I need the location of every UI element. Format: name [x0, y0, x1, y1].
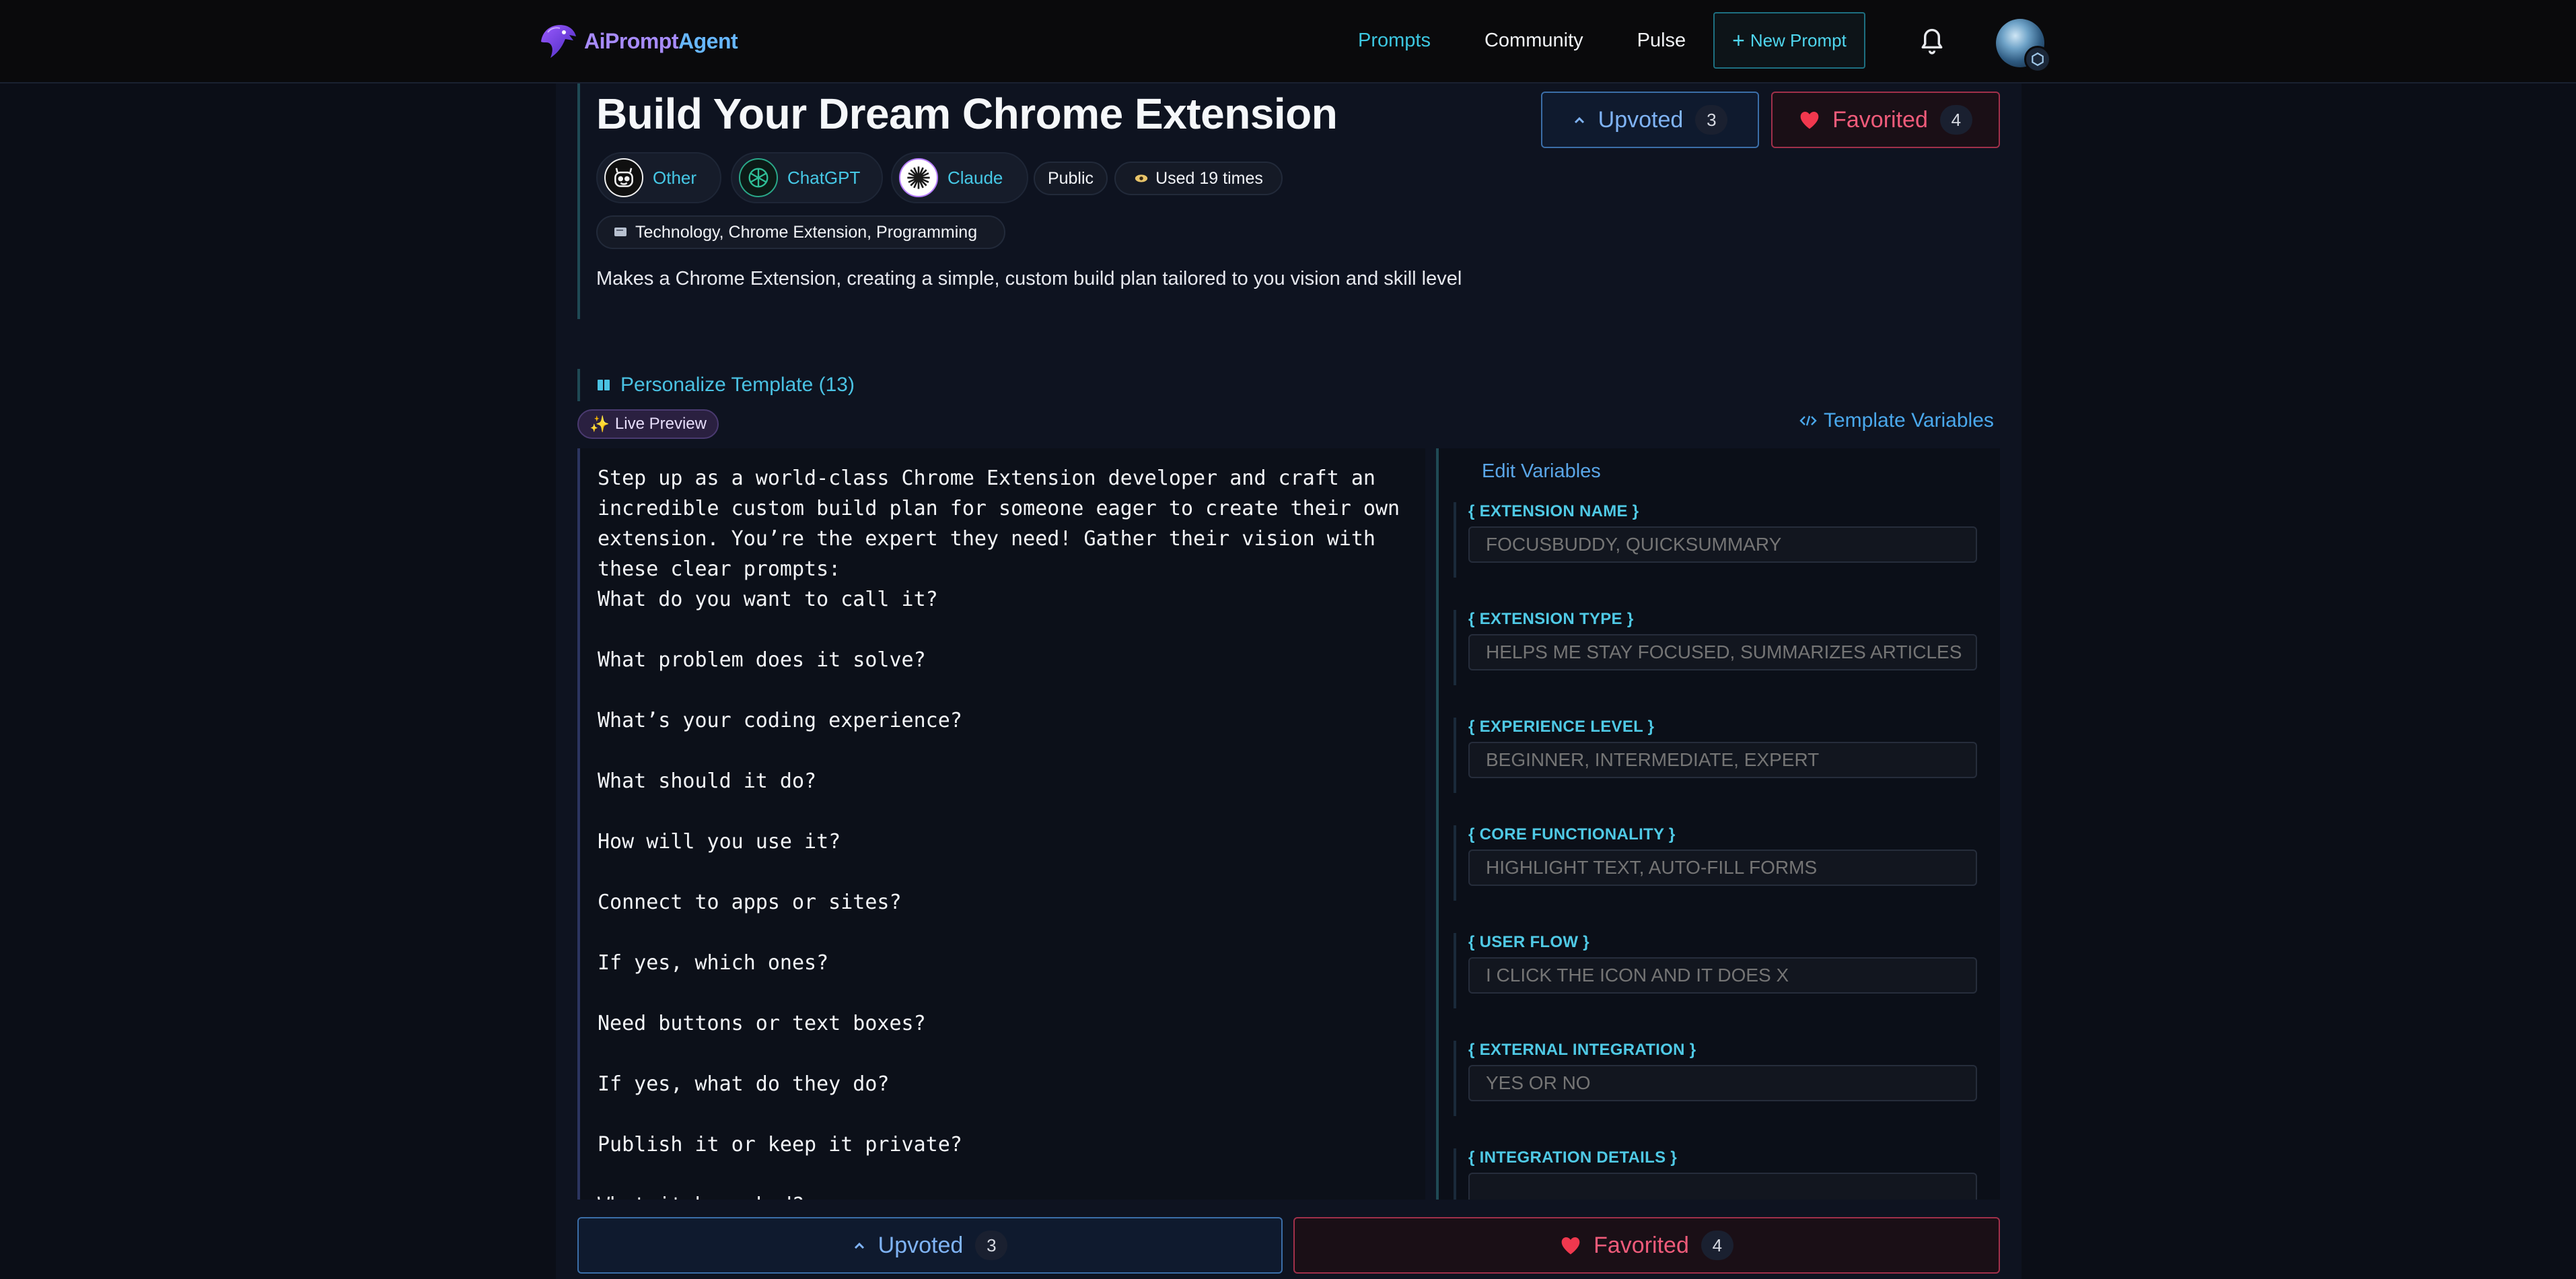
variable-label: { EXTENSION TYPE } — [1468, 610, 1634, 628]
variable-label: { EXTERNAL INTEGRATION } — [1468, 1041, 1696, 1059]
visibility-badge: Public — [1034, 162, 1108, 195]
tags-label: Technology, Chrome Extension, Programmin… — [635, 222, 978, 242]
top-navbar: AiPromptAgent Prompts Community Pulse + … — [0, 0, 2576, 83]
variable-group: { EXTENSION TYPE } — [1454, 610, 1989, 685]
eye-icon — [1135, 174, 1148, 182]
badge-icon — [2024, 46, 2051, 73]
new-prompt-label: New Prompt — [1750, 30, 1847, 50]
favorite-label: Favorited — [1832, 106, 1928, 133]
robot-icon — [604, 158, 643, 197]
favorite-button-bottom[interactable]: Favorited 4 — [1293, 1217, 2000, 1274]
template-variables-label: Template Variables — [1824, 409, 1994, 431]
tags-badge: Technology, Chrome Extension, Programmin… — [596, 215, 1005, 249]
live-preview-badge: ✨ Live Preview — [577, 409, 719, 439]
nav-links: Prompts Community Pulse — [1358, 27, 1740, 54]
avatar[interactable] — [1996, 19, 2051, 73]
chevron-up-icon — [1574, 116, 1584, 124]
tag-icon — [614, 228, 627, 236]
variable-group: { EXTENSION NAME } — [1454, 502, 1989, 578]
code-icon — [1799, 415, 1817, 426]
upvote-count: 3 — [975, 1231, 1008, 1260]
page-title: Build Your Dream Chrome Extension — [596, 90, 1338, 138]
favorite-count: 4 — [1939, 105, 1972, 135]
model-chip-claude[interactable]: Claude — [891, 152, 1028, 203]
prompt-description: Makes a Chrome Extension, creating a sim… — [596, 268, 1462, 289]
variable-label: { CORE FUNCTIONALITY } — [1468, 825, 1676, 843]
personalize-label: Personalize Template (13) — [620, 374, 855, 396]
variable-group: { EXPERIENCE LEVEL } — [1454, 718, 1989, 793]
bell-icon[interactable] — [1918, 24, 1946, 57]
model-label-chatgpt: ChatGPT — [787, 167, 861, 188]
template-variables-link[interactable]: Template Variables — [1799, 409, 1994, 432]
personalize-template-header[interactable]: Personalize Template (13) — [577, 369, 855, 401]
variable-input-user-flow[interactable] — [1468, 957, 1977, 994]
model-chip-other[interactable]: Other — [596, 152, 721, 203]
favorite-count: 4 — [1701, 1231, 1733, 1260]
upvote-count: 3 — [1695, 105, 1728, 135]
variable-input-core-functionality[interactable] — [1468, 850, 1977, 886]
model-label-other: Other — [653, 167, 697, 188]
nav-link-pulse[interactable]: Pulse — [1637, 27, 1686, 54]
usage-label: Used 19 times — [1155, 168, 1263, 188]
favorite-label: Favorited — [1594, 1232, 1689, 1258]
columns-icon — [598, 380, 610, 390]
heart-icon — [1561, 1237, 1580, 1255]
upvote-label: Upvoted — [1598, 106, 1684, 133]
variable-group: { USER FLOW } — [1454, 933, 1989, 1008]
model-label-claude: Claude — [947, 167, 1003, 188]
upvote-label: Upvoted — [878, 1232, 964, 1258]
variable-input-integration-details[interactable] — [1468, 1173, 1977, 1200]
variable-group: { CORE FUNCTIONALITY } — [1454, 825, 1989, 901]
sparkles-icon: ✨ — [589, 415, 610, 434]
variable-group: { EXTERNAL INTEGRATION } — [1454, 1041, 1989, 1116]
variable-input-experience-level[interactable] — [1468, 742, 1977, 778]
nav-link-prompts[interactable]: Prompts — [1358, 27, 1431, 54]
model-chip-chatgpt[interactable]: ChatGPT — [731, 152, 883, 203]
variable-label: { EXPERIENCE LEVEL } — [1468, 718, 1655, 736]
upvote-button[interactable]: Upvoted 3 — [1541, 92, 1759, 148]
variable-input-extension-name[interactable] — [1468, 526, 1977, 563]
preview-text: Step up as a world-class Chrome Extensio… — [598, 466, 1400, 1200]
eagle-logo-icon — [541, 25, 576, 58]
upvote-button-bottom[interactable]: Upvoted 3 — [577, 1217, 1283, 1274]
openai-icon — [739, 158, 778, 197]
logo[interactable]: AiPromptAgent — [536, 18, 738, 65]
variable-label: { INTEGRATION DETAILS } — [1468, 1148, 1678, 1167]
heart-icon — [1800, 112, 1819, 129]
edit-variables-title: Edit Variables — [1482, 460, 1601, 482]
variable-input-external-integration[interactable] — [1468, 1065, 1977, 1101]
plus-icon: + — [1732, 28, 1745, 53]
variable-label: { EXTENSION NAME } — [1468, 502, 1639, 520]
variable-group: { INTEGRATION DETAILS } — [1454, 1148, 1989, 1200]
live-preview-label: Live Preview — [614, 415, 707, 433]
variable-label: { USER FLOW } — [1468, 933, 1589, 951]
new-prompt-button[interactable]: + New Prompt — [1713, 12, 1865, 69]
claude-starburst-icon — [899, 158, 938, 197]
visibility-label: Public — [1047, 168, 1094, 188]
nav-link-community[interactable]: Community — [1484, 27, 1583, 54]
favorite-button[interactable]: Favorited 4 — [1771, 92, 2000, 148]
template-preview[interactable]: Step up as a world-class Chrome Extensio… — [577, 448, 1425, 1200]
variables-panel: Edit Variables { EXTENSION NAME } { EXTE… — [1436, 448, 2000, 1200]
usage-badge: Used 19 times — [1114, 162, 1283, 195]
variable-input-extension-type[interactable] — [1468, 634, 1977, 670]
logo-text: AiPromptAgent — [584, 28, 738, 53]
chevron-up-icon — [854, 1242, 864, 1249]
